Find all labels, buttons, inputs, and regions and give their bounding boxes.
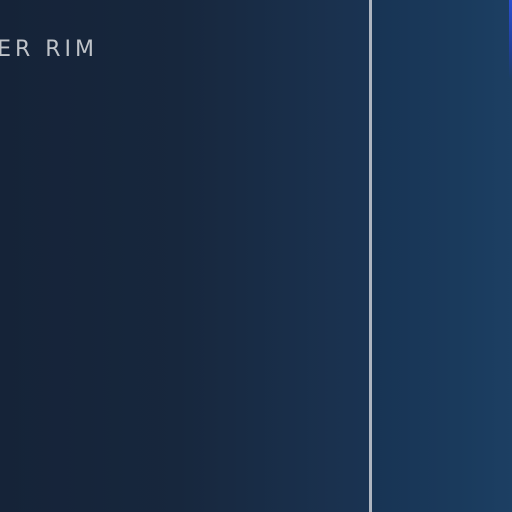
vertical-divider [369,0,372,512]
page-heading: ER RIM [0,37,98,62]
heading-area: ER RIM [0,34,360,68]
right-panel [372,0,512,512]
